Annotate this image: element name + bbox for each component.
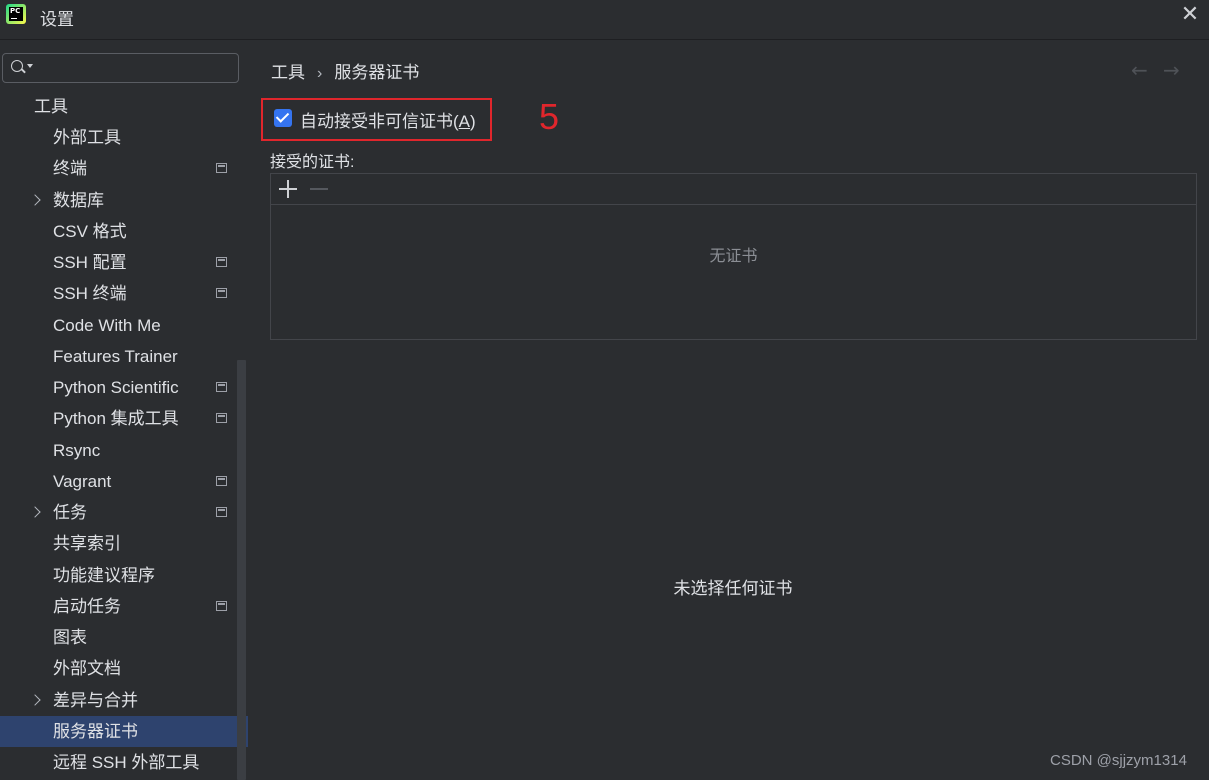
- app-logo-text: PC: [10, 7, 21, 15]
- sidebar-item[interactable]: Python 集成工具: [0, 403, 248, 434]
- settings-sidebar: 工具外部工具终端数据库 CSV 格式 SSH 配置 SSH 终端 Code With M…: [0, 40, 248, 780]
- sidebar-item-label: Python 集成工具: [53, 409, 179, 429]
- sidebar-item[interactable]: 外部工具: [0, 122, 248, 153]
- settings-content: 工具 › 服务器证书 ← → 自动接受非可信证书(A) 5 接受的证书: 无证书 未…: [248, 40, 1209, 780]
- sidebar-item[interactable]: Rsync: [0, 435, 248, 466]
- project-level-icon: [216, 507, 227, 518]
- sidebar-item-label: 数据库: [53, 190, 104, 210]
- sidebar-item[interactable]: 启动任务: [0, 591, 248, 622]
- no-selection-text: 未选择任何证书: [673, 579, 793, 598]
- sidebar-item-label: 终端: [53, 159, 87, 179]
- forward-arrow-icon[interactable]: →: [1163, 58, 1180, 82]
- empty-list-text: 无证书: [709, 248, 758, 265]
- chevron-right-icon[interactable]: [30, 685, 42, 716]
- sidebar-item[interactable]: SSH 配置: [0, 247, 248, 278]
- sidebar-item-label: 任务: [53, 503, 87, 523]
- chevron-right-icon[interactable]: [30, 185, 42, 216]
- sidebar-item[interactable]: 外部文档: [0, 653, 248, 684]
- sidebar-item-label: 工具: [34, 97, 68, 116]
- breadcrumb-parent[interactable]: 工具: [271, 63, 305, 82]
- sidebar-item-label: SSH 终端: [53, 284, 127, 304]
- back-arrow-icon[interactable]: ←: [1131, 58, 1148, 82]
- certificate-toolbar: [271, 174, 1196, 205]
- title-bar: PC 设置 ✕: [0, 0, 1209, 30]
- sidebar-item-label: 启动任务: [53, 596, 121, 616]
- sidebar-item-label: CSV 格式: [53, 221, 127, 241]
- sidebar-item-label: 外部文档: [53, 659, 121, 679]
- search-input[interactable]: [2, 53, 239, 83]
- breadcrumb-current: 服务器证书: [334, 63, 420, 82]
- chevron-right-icon[interactable]: [30, 497, 42, 528]
- sidebar-item-label: Features Trainer: [53, 346, 178, 366]
- sidebar-item-label: 差异与合并: [53, 690, 138, 710]
- sidebar-item[interactable]: 任务: [0, 497, 248, 528]
- sidebar-item-label: 远程 SSH 外部工具: [53, 753, 200, 773]
- sidebar-item[interactable]: 远程 SSH 外部工具: [0, 747, 248, 778]
- sidebar-item[interactable]: 图表: [0, 622, 248, 653]
- sidebar-scrollbar[interactable]: [237, 360, 246, 780]
- csdn-credit: CSDN @sjjzym1314: [1050, 752, 1187, 769]
- accepted-certs-heading: 接受的证书:: [270, 154, 355, 171]
- sidebar-item[interactable]: 共享索引: [0, 528, 248, 559]
- project-level-icon: [216, 413, 227, 424]
- sidebar-item[interactable]: SSH 终端: [0, 278, 248, 309]
- certificate-list-panel: 无证书: [270, 173, 1197, 340]
- sidebar-item[interactable]: 功能建议程序: [0, 560, 248, 591]
- sidebar-item-label: Code With Me: [53, 315, 161, 335]
- pycharm-logo-icon: PC: [6, 4, 26, 24]
- mnemonic-letter: A: [458, 112, 471, 131]
- project-level-icon: [216, 382, 227, 393]
- search-icon[interactable]: [11, 59, 35, 77]
- accept-untrusted-checkbox[interactable]: [274, 109, 292, 127]
- sidebar-item[interactable]: 工具: [0, 91, 248, 122]
- window-title: 设置: [40, 10, 74, 29]
- sidebar-item[interactable]: CSV 格式: [0, 216, 248, 247]
- sidebar-item[interactable]: Features Trainer: [0, 341, 248, 372]
- sidebar-item-label: Vagrant: [53, 471, 112, 491]
- sidebar-item-label: Python Scientific: [53, 378, 179, 398]
- project-level-icon: [216, 288, 227, 299]
- sidebar-item-label: Rsync: [53, 440, 101, 460]
- sidebar-item-label: 共享索引: [53, 534, 121, 554]
- sidebar-item[interactable]: Code With Me: [0, 310, 248, 341]
- project-level-icon: [216, 600, 227, 611]
- sidebar-item[interactable]: Python Scientific: [0, 372, 248, 403]
- sidebar-item-label: 图表: [53, 628, 87, 648]
- sidebar-item-label: SSH 配置: [53, 253, 127, 273]
- sidebar-item[interactable]: Vagrant: [0, 466, 248, 497]
- add-icon[interactable]: [279, 180, 297, 198]
- sidebar-item-label: 外部工具: [53, 128, 121, 148]
- breadcrumb: 工具 › 服务器证书: [271, 58, 419, 83]
- sidebar-item[interactable]: 服务器证书: [0, 715, 248, 747]
- remove-icon[interactable]: [310, 180, 328, 198]
- breadcrumb-separator: ›: [317, 65, 323, 82]
- project-level-icon: [216, 257, 227, 268]
- sidebar-item[interactable]: 终端: [0, 153, 248, 184]
- sidebar-item-label: 功能建议程序: [53, 565, 155, 585]
- sidebar-item[interactable]: 数据库: [0, 185, 248, 216]
- close-icon[interactable]: ✕: [1178, 3, 1202, 27]
- accept-untrusted-label[interactable]: 自动接受非可信证书(A): [300, 107, 476, 132]
- project-level-icon: [216, 163, 227, 174]
- project-level-icon: [216, 475, 227, 486]
- sidebar-item[interactable]: 差异与合并: [0, 685, 248, 716]
- sidebar-item-label: 服务器证书: [53, 721, 138, 741]
- annotation-step-number: 5: [539, 96, 560, 137]
